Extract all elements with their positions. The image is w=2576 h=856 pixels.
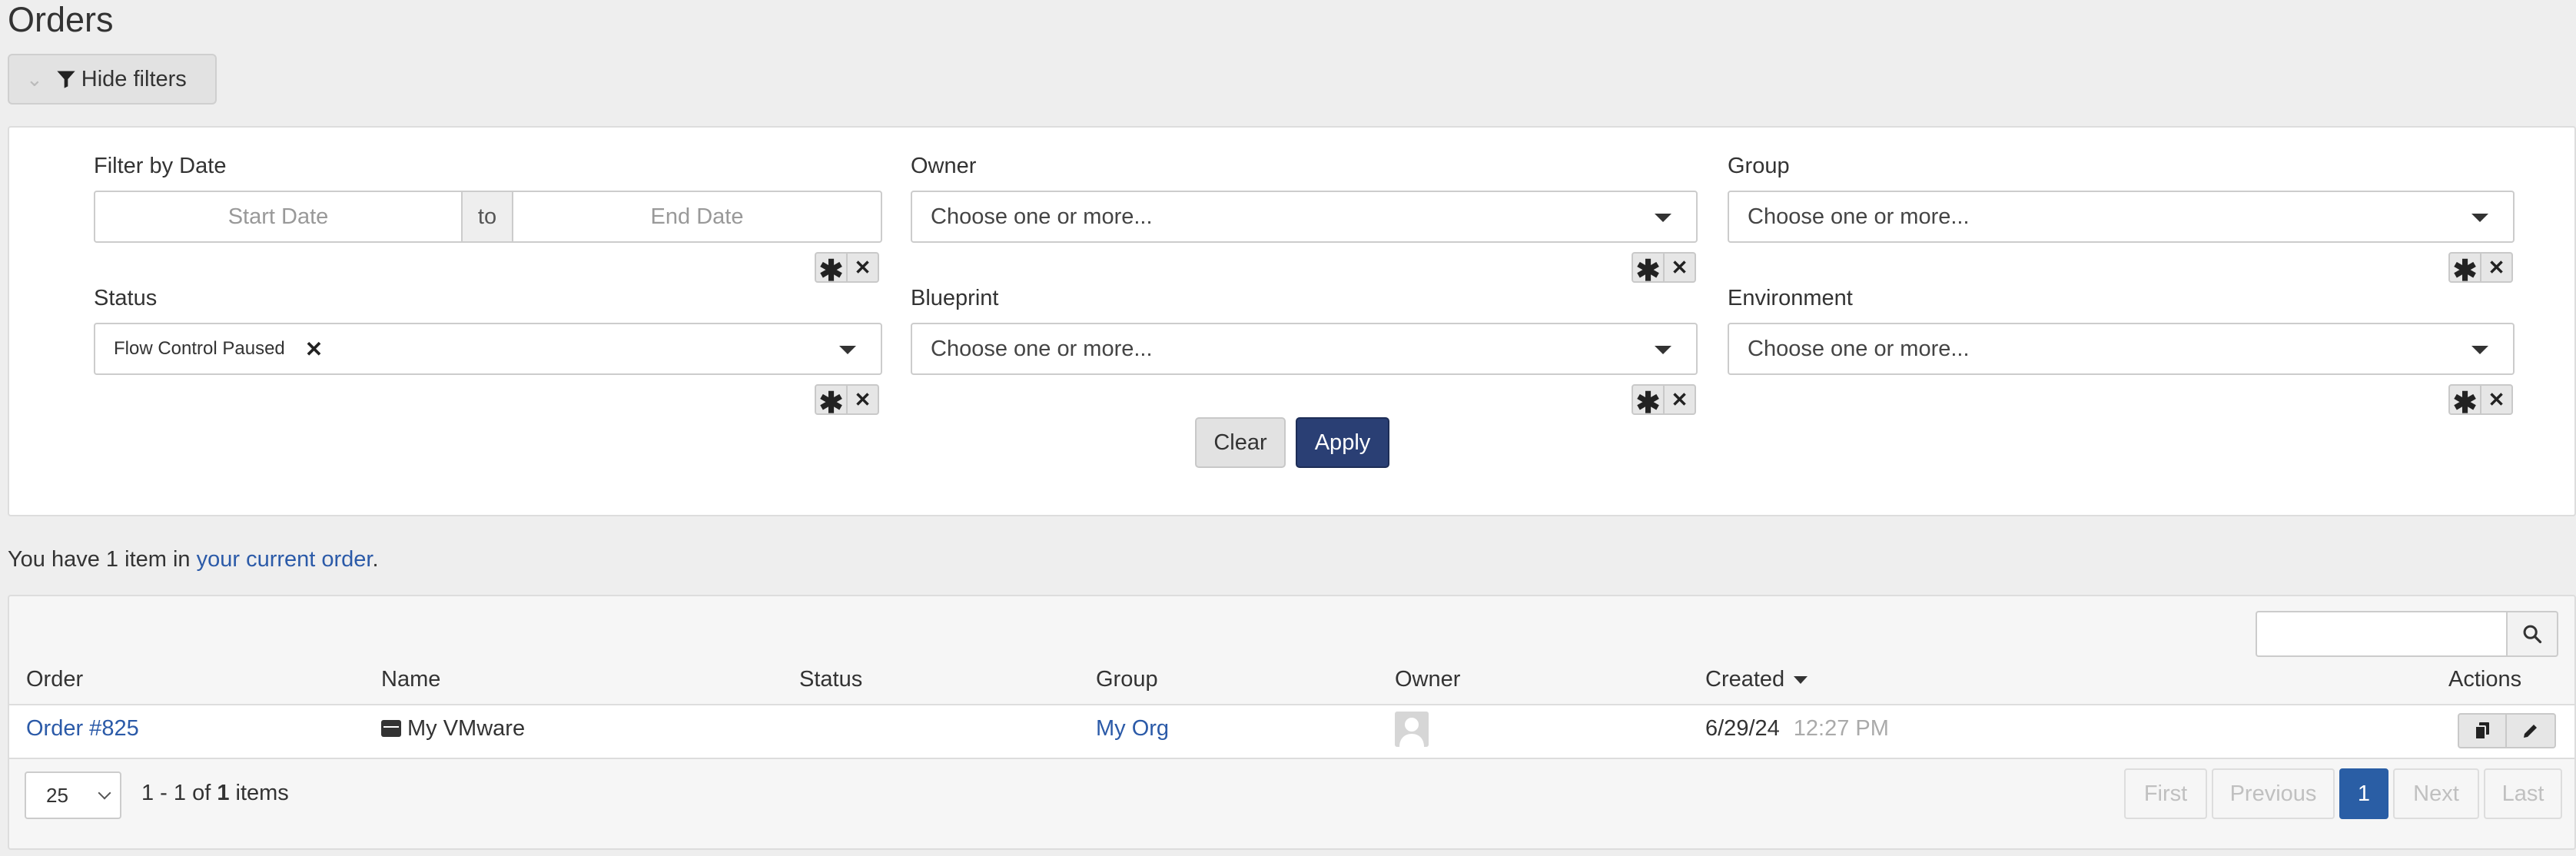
owner-filter-actions: ✱ ✕: [1632, 252, 1696, 286]
column-header-actions: Actions: [2448, 667, 2522, 692]
search-icon: [2523, 625, 2542, 644]
search-button[interactable]: [2508, 611, 2558, 657]
blueprint-select-placeholder: Choose one or more...: [931, 336, 1153, 361]
orders-table-panel: Order Name Status Group Owner Created Ac…: [8, 595, 2576, 850]
environment-select[interactable]: Choose one or more...: [1728, 323, 2515, 375]
caret-down-icon: [1655, 346, 1671, 354]
pagination-info: 1 - 1 of 1 items: [141, 781, 289, 806]
date-range-separator: to: [463, 191, 512, 243]
search-input[interactable]: [2256, 611, 2508, 657]
current-order-notice: You have 1 item in your current order.: [8, 547, 379, 572]
filter-icon: [57, 71, 75, 88]
column-header-created[interactable]: Created: [1705, 667, 1808, 692]
column-header-name[interactable]: Name: [381, 667, 440, 692]
date-filter-label: Filter by Date: [94, 154, 227, 178]
status-filter-actions: ✱ ✕: [815, 384, 879, 418]
table-search: [2256, 611, 2558, 657]
apply-button[interactable]: Apply: [1296, 417, 1389, 468]
group-clear-button[interactable]: ✕: [2481, 252, 2513, 283]
group-select-all-button[interactable]: ✱: [2448, 252, 2481, 286]
filter-panel: Filter by Date Start Date to End Date ✱ …: [8, 126, 2576, 516]
group-filter-actions: ✱ ✕: [2448, 252, 2513, 286]
page-title: Orders: [8, 0, 114, 39]
order-link[interactable]: Order #825: [26, 716, 139, 742]
owner-select-all-button[interactable]: ✱: [1632, 252, 1664, 286]
environment-select-placeholder: Choose one or more...: [1748, 336, 1970, 361]
copy-icon: [2475, 722, 2489, 740]
pagination-total: 1: [217, 781, 230, 805]
status-chip: Flow Control Paused ✕: [114, 337, 323, 362]
column-header-status[interactable]: Status: [799, 667, 862, 692]
chip-remove-icon[interactable]: ✕: [305, 337, 323, 362]
vm-icon: [381, 720, 401, 737]
owner-filter-label: Owner: [911, 154, 977, 178]
owner-select[interactable]: Choose one or more...: [911, 191, 1698, 243]
blueprint-filter-actions: ✱ ✕: [1632, 384, 1696, 418]
caret-down-icon: [2471, 346, 2488, 354]
hide-filters-label: Hide filters: [81, 66, 187, 91]
environment-clear-button[interactable]: ✕: [2481, 384, 2513, 415]
owner-clear-button[interactable]: ✕: [1664, 252, 1696, 283]
caret-down-icon: [2471, 214, 2488, 222]
hide-filters-button[interactable]: ⌄ Hide filters: [8, 54, 217, 105]
group-link[interactable]: My Org: [1096, 716, 1169, 742]
status-select[interactable]: Flow Control Paused ✕: [94, 323, 882, 375]
environment-select-all-button[interactable]: ✱: [2448, 384, 2481, 418]
blueprint-select-all-button[interactable]: ✱: [1632, 384, 1664, 418]
environment-filter-label: Environment: [1728, 286, 1853, 310]
date-clear-button[interactable]: ✕: [847, 252, 879, 283]
caret-down-icon: [839, 346, 856, 354]
table-row: Order #825 My VMware My Org 6/29/24 12:27…: [9, 704, 2574, 759]
status-clear-button[interactable]: ✕: [847, 384, 879, 415]
previous-page-button[interactable]: Previous: [2212, 768, 2335, 819]
row-actions: [2458, 713, 2556, 748]
group-select[interactable]: Choose one or more...: [1728, 191, 2515, 243]
next-page-button[interactable]: Next: [2393, 768, 2479, 819]
last-page-button[interactable]: Last: [2484, 768, 2562, 819]
blueprint-clear-button[interactable]: ✕: [1664, 384, 1696, 415]
start-date-input[interactable]: Start Date: [94, 191, 463, 243]
avatar-icon[interactable]: [1395, 712, 1429, 747]
owner-select-placeholder: Choose one or more...: [931, 204, 1153, 229]
pencil-icon: [2524, 725, 2537, 738]
item-name-label: My VMware: [407, 716, 526, 741]
pagination: First Previous 1 Next Last: [2120, 768, 2562, 819]
column-header-order[interactable]: Order: [26, 667, 83, 692]
end-date-input[interactable]: End Date: [512, 191, 882, 243]
sort-desc-icon: [1794, 676, 1808, 685]
pagination-unit: items: [229, 781, 289, 805]
clear-button[interactable]: Clear: [1195, 417, 1286, 468]
column-header-group[interactable]: Group: [1096, 667, 1158, 692]
chevron-down-icon: ⌄: [26, 67, 43, 91]
page-size-select[interactable]: 25: [25, 771, 121, 819]
status-filter-label: Status: [94, 286, 158, 310]
order-item-name: My VMware: [381, 716, 525, 742]
page-size-value: 25: [46, 783, 68, 807]
created-time: 12:27 PM: [1793, 716, 1889, 741]
first-page-button[interactable]: First: [2124, 768, 2207, 819]
created-date: 6/29/24: [1705, 716, 1780, 741]
date-select-all-button[interactable]: ✱: [815, 252, 847, 286]
current-page-button[interactable]: 1: [2339, 768, 2388, 819]
status-select-all-button[interactable]: ✱: [815, 384, 847, 418]
blueprint-filter-label: Blueprint: [911, 286, 999, 310]
group-select-placeholder: Choose one or more...: [1748, 204, 1970, 229]
environment-filter-actions: ✱ ✕: [2448, 384, 2513, 418]
status-chip-label: Flow Control Paused: [114, 338, 285, 359]
chevron-down-icon: [98, 786, 111, 800]
created-timestamp: 6/29/24 12:27 PM: [1705, 716, 1889, 742]
caret-down-icon: [1655, 214, 1671, 222]
current-order-link[interactable]: your current order: [197, 547, 373, 572]
pagination-range: 1 - 1 of: [141, 781, 217, 805]
column-header-owner[interactable]: Owner: [1395, 667, 1460, 692]
group-filter-label: Group: [1728, 154, 1790, 178]
duplicate-button[interactable]: [2458, 713, 2507, 748]
edit-button[interactable]: [2507, 713, 2556, 748]
blueprint-select[interactable]: Choose one or more...: [911, 323, 1698, 375]
notice-text: You have 1 item in: [8, 547, 197, 572]
created-header-label: Created: [1705, 667, 1785, 692]
date-filter-actions: ✱ ✕: [815, 252, 879, 286]
notice-suffix: .: [372, 547, 379, 572]
